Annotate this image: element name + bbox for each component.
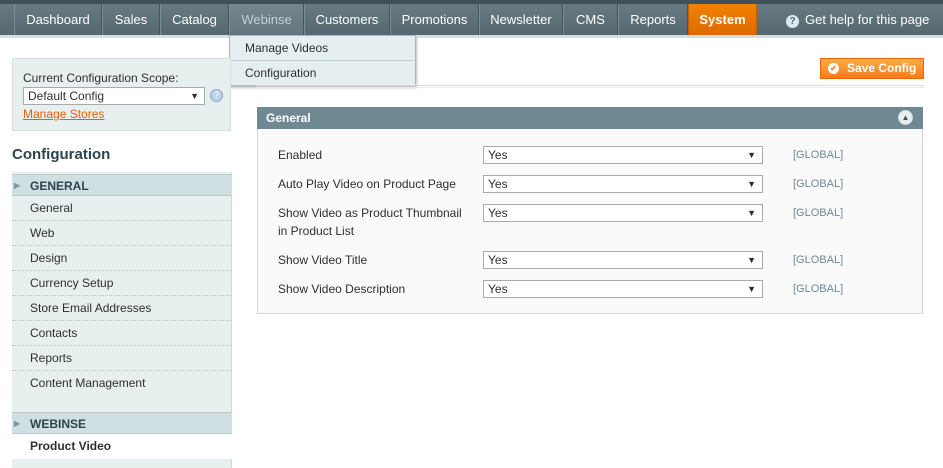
scope-tag: [GLOBAL] bbox=[793, 254, 844, 266]
help-link[interactable]: ? Get help for this page bbox=[786, 4, 929, 35]
field-label-show-video-description: Show Video Description bbox=[278, 282, 406, 296]
nav-reports[interactable]: Reports bbox=[618, 4, 688, 35]
chevron-down-icon: ▼ bbox=[747, 179, 756, 189]
sidebar-item-web[interactable]: Web bbox=[12, 221, 232, 246]
select-value: Yes bbox=[488, 253, 508, 267]
sidebar-group-general[interactable]: ▶ GENERAL bbox=[12, 174, 232, 196]
chevron-down-icon: ▼ bbox=[190, 91, 199, 101]
select-enabled[interactable]: Yes ▼ bbox=[483, 146, 763, 164]
webinse-dropdown-menu: Manage Videos Configuration bbox=[229, 35, 416, 86]
select-show-video-description[interactable]: Yes ▼ bbox=[483, 280, 763, 298]
checkmark-icon: ✔ bbox=[828, 63, 839, 74]
section-title: General bbox=[266, 111, 311, 125]
sidebar-item-general[interactable]: General bbox=[12, 196, 232, 221]
nav-dashboard[interactable]: Dashboard bbox=[14, 4, 102, 35]
nav-sales[interactable]: Sales bbox=[102, 4, 160, 35]
triangle-right-icon: ▶ bbox=[14, 419, 21, 428]
nav-catalog[interactable]: Catalog bbox=[160, 4, 229, 35]
sidebar-group-label: WEBINSE bbox=[30, 417, 87, 431]
nav-cms[interactable]: CMS bbox=[563, 4, 618, 35]
nav-system[interactable]: System bbox=[688, 4, 757, 35]
divider bbox=[256, 85, 924, 88]
select-show-video-title[interactable]: Yes ▼ bbox=[483, 251, 763, 269]
save-config-button[interactable]: ✔ Save Config bbox=[820, 58, 924, 79]
manage-stores-link[interactable]: Manage Stores bbox=[23, 107, 104, 121]
field-label-enabled: Enabled bbox=[278, 148, 323, 162]
scope-tag: [GLOBAL] bbox=[793, 149, 844, 161]
scope-selected-value: Default Config bbox=[28, 89, 105, 103]
nav-newsletter[interactable]: Newsletter bbox=[479, 4, 563, 35]
field-label-show-video-title: Show Video Title bbox=[278, 253, 368, 267]
sidebar-item-currency-setup[interactable]: Currency Setup bbox=[12, 271, 232, 296]
scope-switcher: Current Configuration Scope: Default Con… bbox=[12, 58, 231, 131]
scope-tag: [GLOBAL] bbox=[793, 178, 844, 190]
scope-help-icon[interactable]: ? bbox=[210, 89, 223, 102]
help-label: Get help for this page bbox=[805, 12, 930, 27]
sidebar-item-reports[interactable]: Reports bbox=[12, 346, 232, 371]
chevron-down-icon: ▼ bbox=[747, 255, 756, 265]
chevron-down-icon: ▼ bbox=[747, 150, 756, 160]
top-navigation: Dashboard Sales Catalog Webinse Customer… bbox=[0, 0, 943, 38]
nav-webinse[interactable]: Webinse bbox=[229, 4, 304, 35]
chevron-down-icon: ▼ bbox=[747, 284, 756, 294]
triangle-right-icon: ▶ bbox=[14, 181, 21, 190]
save-config-label: Save Config bbox=[847, 61, 917, 75]
field-label-auto-play: Auto Play Video on Product Page bbox=[278, 177, 456, 191]
select-value: Yes bbox=[488, 206, 508, 220]
chevron-down-icon: ▼ bbox=[747, 208, 756, 218]
sidebar-group-webinse[interactable]: ▶ WEBINSE bbox=[12, 412, 232, 434]
collapse-up-icon[interactable]: ▲ bbox=[898, 110, 913, 125]
scope-tag: [GLOBAL] bbox=[793, 207, 844, 219]
sidebar-group-label: GENERAL bbox=[30, 179, 89, 193]
sidebar-item-store-email-addresses[interactable]: Store Email Addresses bbox=[12, 296, 232, 321]
sidebar-item-design[interactable]: Design bbox=[12, 246, 232, 271]
scope-label: Current Configuration Scope: bbox=[23, 71, 179, 85]
config-sidebar: ▶ GENERAL General Web Design Currency Se… bbox=[12, 172, 232, 468]
scope-tag: [GLOBAL] bbox=[793, 283, 844, 295]
nav-promotions[interactable]: Promotions bbox=[390, 4, 479, 35]
help-icon: ? bbox=[786, 15, 799, 28]
nav-customers[interactable]: Customers bbox=[304, 4, 390, 35]
menu-item-configuration[interactable]: Configuration bbox=[230, 60, 415, 84]
sidebar-item-content-management[interactable]: Content Management bbox=[12, 371, 232, 396]
sidebar-item-contacts[interactable]: Contacts bbox=[12, 321, 232, 346]
scope-select[interactable]: Default Config ▼ bbox=[23, 87, 205, 105]
select-show-as-thumbnail[interactable]: Yes ▼ bbox=[483, 204, 763, 222]
select-auto-play[interactable]: Yes ▼ bbox=[483, 175, 763, 193]
select-value: Yes bbox=[488, 148, 508, 162]
select-value: Yes bbox=[488, 177, 508, 191]
select-value: Yes bbox=[488, 282, 508, 296]
menu-item-manage-videos[interactable]: Manage Videos bbox=[230, 36, 415, 60]
section-header-general[interactable]: General ▲ bbox=[257, 107, 923, 129]
sidebar-item-product-video[interactable]: Product Video bbox=[12, 434, 232, 459]
field-label-show-as-thumbnail: Show Video as Product Thumbnail in Produ… bbox=[278, 206, 462, 238]
sidebar-title: Configuration bbox=[12, 146, 111, 163]
